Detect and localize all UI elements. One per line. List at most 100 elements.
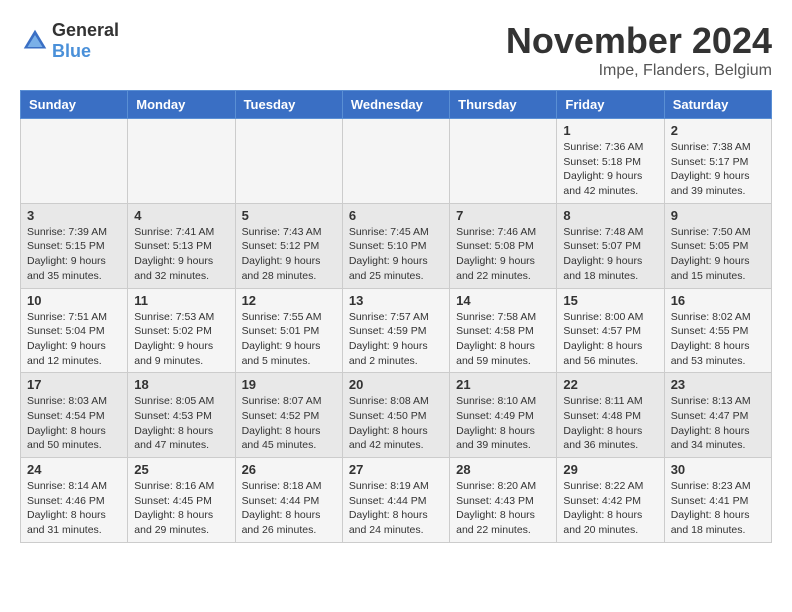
calendar-cell: 14 Sunrise: 7:58 AM Sunset: 4:58 PM Dayli…: [450, 288, 557, 373]
day-number: 23: [671, 377, 765, 392]
day-info: Sunrise: 8:07 AM Sunset: 4:52 PM Dayligh…: [242, 394, 336, 453]
calendar-cell: [21, 119, 128, 204]
calendar-cell: 15 Sunrise: 8:00 AM Sunset: 4:57 PM Dayli…: [557, 288, 664, 373]
day-number: 6: [349, 208, 443, 223]
day-info: Sunrise: 8:23 AM Sunset: 4:41 PM Dayligh…: [671, 479, 765, 538]
day-number: 10: [27, 293, 121, 308]
days-of-week-row: SundayMondayTuesdayWednesdayThursdayFrid…: [21, 91, 772, 119]
calendar-cell: 24 Sunrise: 8:14 AM Sunset: 4:46 PM Dayli…: [21, 458, 128, 543]
calendar-cell: [128, 119, 235, 204]
day-of-week-header: Friday: [557, 91, 664, 119]
day-info: Sunrise: 7:57 AM Sunset: 4:59 PM Dayligh…: [349, 310, 443, 369]
day-info: Sunrise: 7:43 AM Sunset: 5:12 PM Dayligh…: [242, 225, 336, 284]
title-section: November 2024 Impe, Flanders, Belgium: [506, 20, 772, 80]
calendar-cell: [450, 119, 557, 204]
calendar-cell: 16 Sunrise: 8:02 AM Sunset: 4:55 PM Dayli…: [664, 288, 771, 373]
calendar-cell: 8Sunrise: 7:48 AM Sunset: 5:07 PM Daylig…: [557, 203, 664, 288]
calendar-cell: 27 Sunrise: 8:19 AM Sunset: 4:44 PM Dayli…: [342, 458, 449, 543]
day-info: Sunrise: 7:51 AM Sunset: 5:04 PM Dayligh…: [27, 310, 121, 369]
calendar-cell: 20Sunrise: 8:08 AM Sunset: 4:50 PM Dayli…: [342, 373, 449, 458]
calendar-cell: 3Sunrise: 7:39 AM Sunset: 5:15 PM Daylig…: [21, 203, 128, 288]
day-info: Sunrise: 8:03 AM Sunset: 4:54 PM Dayligh…: [27, 394, 121, 453]
day-info: Sunrise: 8:22 AM Sunset: 4:42 PM Dayligh…: [563, 479, 657, 538]
day-info: Sunrise: 8:10 AM Sunset: 4:49 PM Dayligh…: [456, 394, 550, 453]
calendar-cell: 10 Sunrise: 7:51 AM Sunset: 5:04 PM Dayli…: [21, 288, 128, 373]
day-number: 14: [456, 293, 550, 308]
calendar-cell: 30 Sunrise: 8:23 AM Sunset: 4:41 PM Dayli…: [664, 458, 771, 543]
calendar-cell: 18Sunrise: 8:05 AM Sunset: 4:53 PM Dayli…: [128, 373, 235, 458]
calendar-table: SundayMondayTuesdayWednesdayThursdayFrid…: [20, 90, 772, 543]
calendar-cell: 4 Sunrise: 7:41 AM Sunset: 5:13 PM Daylig…: [128, 203, 235, 288]
logo-general-text: General: [52, 20, 119, 40]
day-number: 17: [27, 377, 121, 392]
calendar-cell: 7Sunrise: 7:46 AM Sunset: 5:08 PM Daylig…: [450, 203, 557, 288]
day-number: 19: [242, 377, 336, 392]
calendar-header: SundayMondayTuesdayWednesdayThursdayFrid…: [21, 91, 772, 119]
page-header: General Blue November 2024 Impe, Flander…: [20, 20, 772, 80]
day-info: Sunrise: 8:13 AM Sunset: 4:47 PM Dayligh…: [671, 394, 765, 453]
day-info: Sunrise: 7:41 AM Sunset: 5:13 PM Dayligh…: [134, 225, 228, 284]
day-of-week-header: Tuesday: [235, 91, 342, 119]
day-info: Sunrise: 8:14 AM Sunset: 4:46 PM Dayligh…: [27, 479, 121, 538]
location: Impe, Flanders, Belgium: [506, 62, 772, 80]
day-number: 16: [671, 293, 765, 308]
calendar-cell: 13 Sunrise: 7:57 AM Sunset: 4:59 PM Dayli…: [342, 288, 449, 373]
calendar-cell: 12Sunrise: 7:55 AM Sunset: 5:01 PM Dayli…: [235, 288, 342, 373]
day-of-week-header: Saturday: [664, 91, 771, 119]
logo-icon: [20, 26, 50, 56]
day-info: Sunrise: 8:16 AM Sunset: 4:45 PM Dayligh…: [134, 479, 228, 538]
calendar-cell: 26 Sunrise: 8:18 AM Sunset: 4:44 PM Dayli…: [235, 458, 342, 543]
day-number: 2: [671, 123, 765, 138]
calendar-cell: 5 Sunrise: 7:43 AM Sunset: 5:12 PM Daylig…: [235, 203, 342, 288]
day-number: 4: [134, 208, 228, 223]
calendar-cell: 21 Sunrise: 8:10 AM Sunset: 4:49 PM Dayli…: [450, 373, 557, 458]
logo-blue-text: Blue: [52, 41, 91, 61]
calendar-cell: [342, 119, 449, 204]
day-number: 21: [456, 377, 550, 392]
day-number: 1: [563, 123, 657, 138]
day-number: 13: [349, 293, 443, 308]
day-info: Sunrise: 8:20 AM Sunset: 4:43 PM Dayligh…: [456, 479, 550, 538]
day-info: Sunrise: 8:00 AM Sunset: 4:57 PM Dayligh…: [563, 310, 657, 369]
day-info: Sunrise: 7:50 AM Sunset: 5:05 PM Dayligh…: [671, 225, 765, 284]
day-info: Sunrise: 7:58 AM Sunset: 4:58 PM Dayligh…: [456, 310, 550, 369]
day-info: Sunrise: 7:53 AM Sunset: 5:02 PM Dayligh…: [134, 310, 228, 369]
calendar-cell: 23 Sunrise: 8:13 AM Sunset: 4:47 PM Dayli…: [664, 373, 771, 458]
day-number: 22: [563, 377, 657, 392]
day-info: Sunrise: 8:18 AM Sunset: 4:44 PM Dayligh…: [242, 479, 336, 538]
calendar-cell: 1 Sunrise: 7:36 AM Sunset: 5:18 PM Daylig…: [557, 119, 664, 204]
day-info: Sunrise: 8:08 AM Sunset: 4:50 PM Dayligh…: [349, 394, 443, 453]
day-info: Sunrise: 8:19 AM Sunset: 4:44 PM Dayligh…: [349, 479, 443, 538]
day-number: 28: [456, 462, 550, 477]
day-info: Sunrise: 7:46 AM Sunset: 5:08 PM Dayligh…: [456, 225, 550, 284]
day-info: Sunrise: 7:38 AM Sunset: 5:17 PM Dayligh…: [671, 140, 765, 199]
calendar-week-row: 24 Sunrise: 8:14 AM Sunset: 4:46 PM Dayli…: [21, 458, 772, 543]
day-number: 18: [134, 377, 228, 392]
calendar-cell: 17 Sunrise: 8:03 AM Sunset: 4:54 PM Dayli…: [21, 373, 128, 458]
day-info: Sunrise: 8:02 AM Sunset: 4:55 PM Dayligh…: [671, 310, 765, 369]
day-number: 15: [563, 293, 657, 308]
day-number: 30: [671, 462, 765, 477]
day-info: Sunrise: 7:39 AM Sunset: 5:15 PM Dayligh…: [27, 225, 121, 284]
day-number: 5: [242, 208, 336, 223]
month-title: November 2024: [506, 20, 772, 62]
calendar-cell: 6Sunrise: 7:45 AM Sunset: 5:10 PM Daylig…: [342, 203, 449, 288]
calendar-week-row: 10 Sunrise: 7:51 AM Sunset: 5:04 PM Dayli…: [21, 288, 772, 373]
day-of-week-header: Thursday: [450, 91, 557, 119]
day-number: 27: [349, 462, 443, 477]
calendar-cell: 29Sunrise: 8:22 AM Sunset: 4:42 PM Dayli…: [557, 458, 664, 543]
logo: General Blue: [20, 20, 119, 62]
calendar-week-row: 17 Sunrise: 8:03 AM Sunset: 4:54 PM Dayli…: [21, 373, 772, 458]
day-of-week-header: Wednesday: [342, 91, 449, 119]
day-number: 24: [27, 462, 121, 477]
calendar-cell: 22Sunrise: 8:11 AM Sunset: 4:48 PM Dayli…: [557, 373, 664, 458]
day-info: Sunrise: 7:48 AM Sunset: 5:07 PM Dayligh…: [563, 225, 657, 284]
calendar-cell: 19 Sunrise: 8:07 AM Sunset: 4:52 PM Dayli…: [235, 373, 342, 458]
day-number: 25: [134, 462, 228, 477]
day-number: 12: [242, 293, 336, 308]
day-number: 26: [242, 462, 336, 477]
calendar-week-row: 3Sunrise: 7:39 AM Sunset: 5:15 PM Daylig…: [21, 203, 772, 288]
day-info: Sunrise: 7:36 AM Sunset: 5:18 PM Dayligh…: [563, 140, 657, 199]
day-of-week-header: Sunday: [21, 91, 128, 119]
calendar-cell: 25 Sunrise: 8:16 AM Sunset: 4:45 PM Dayli…: [128, 458, 235, 543]
